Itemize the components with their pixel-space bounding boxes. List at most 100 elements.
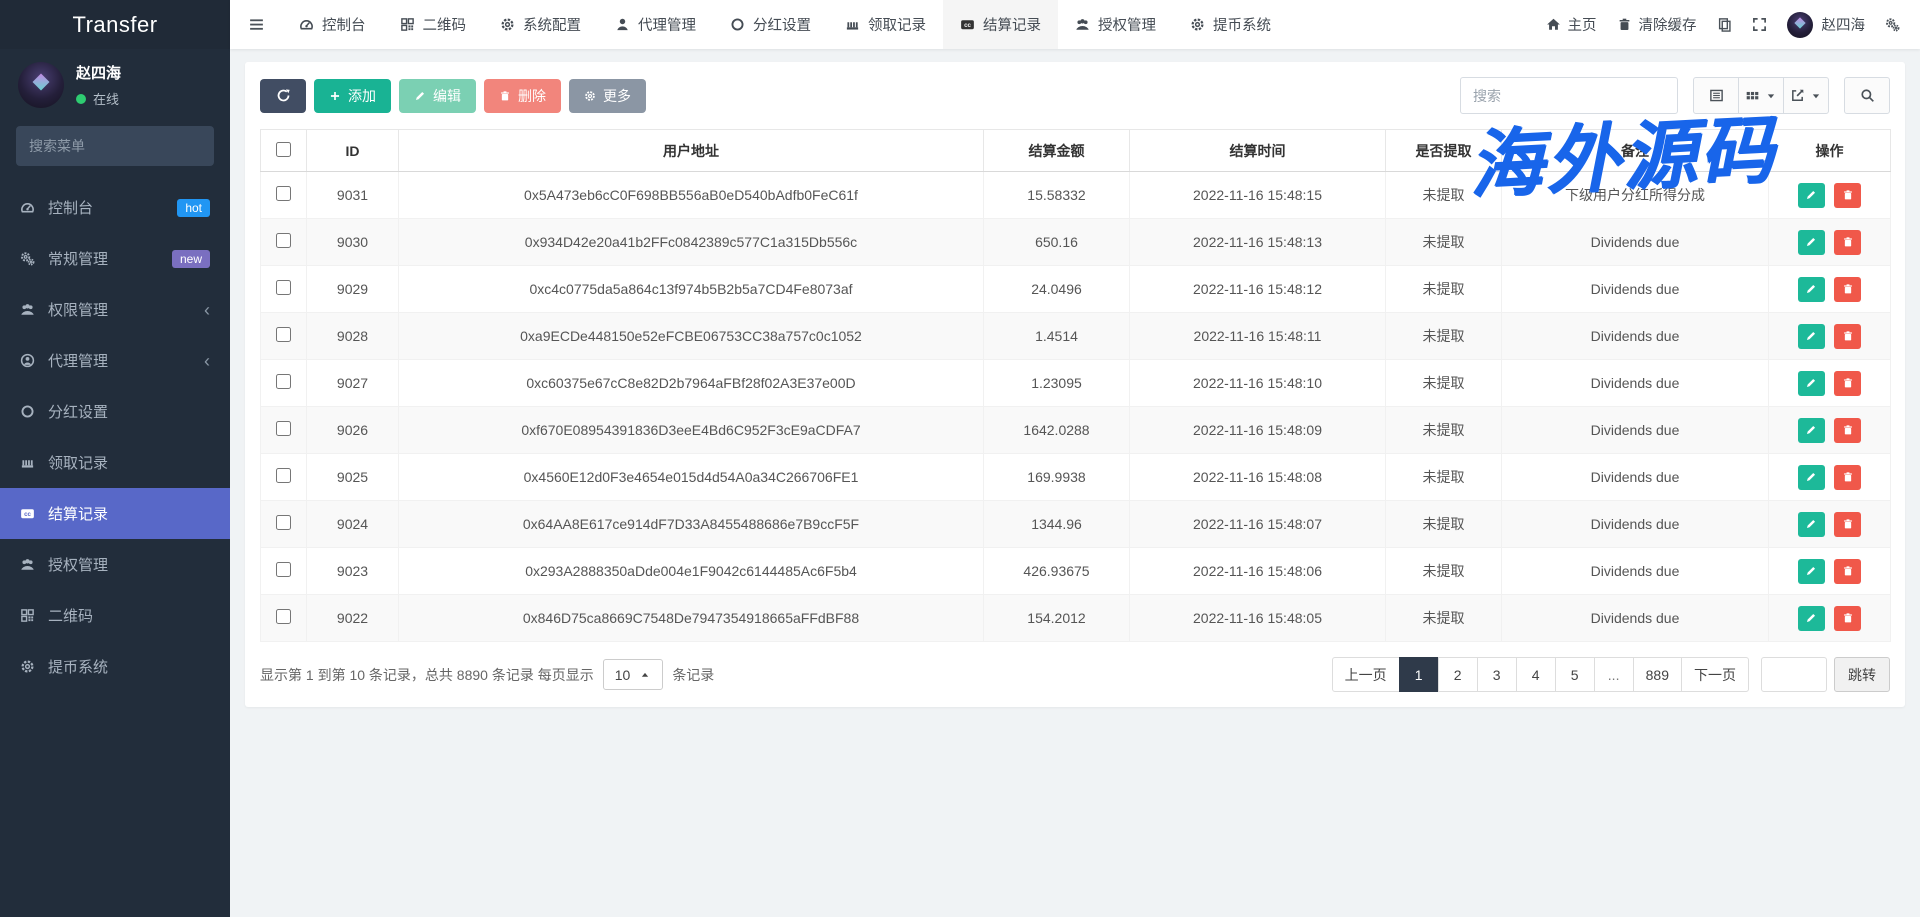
select-all-checkbox[interactable] [276, 142, 291, 157]
home-link[interactable]: 主页 [1546, 14, 1597, 35]
page-button-5[interactable]: 5 [1555, 657, 1595, 692]
edit-row-button[interactable] [1798, 371, 1825, 396]
edit-row-button[interactable] [1798, 418, 1825, 443]
clear-cache-link[interactable]: 清除缓存 [1617, 14, 1697, 35]
hot-badge: hot [177, 199, 210, 217]
delete-button[interactable]: 删除 [484, 79, 561, 113]
edit-row-button[interactable] [1798, 230, 1825, 255]
row-checkbox[interactable] [276, 515, 291, 530]
copy-page-button[interactable] [1717, 17, 1732, 32]
sidebar-item-general[interactable]: 常规管理 new [0, 233, 230, 284]
sidebar-toggle-button[interactable] [230, 0, 282, 49]
tab-agents[interactable]: 代理管理 [598, 0, 713, 49]
row-checkbox[interactable] [276, 609, 291, 624]
delete-row-button[interactable] [1834, 465, 1861, 490]
row-checkbox[interactable] [276, 233, 291, 248]
tab-authorization[interactable]: 授权管理 [1058, 0, 1173, 49]
page-button-889[interactable]: 889 [1633, 657, 1682, 692]
edit-row-button[interactable] [1798, 512, 1825, 537]
sidebar-item-authorization[interactable]: 授权管理 [0, 539, 230, 590]
sidebar-item-claim-records[interactable]: 领取记录 [0, 437, 230, 488]
sidebar-username: 赵四海 [76, 62, 121, 83]
jump-page-input[interactable] [1761, 657, 1827, 692]
columns-button[interactable] [1738, 77, 1784, 114]
more-button[interactable]: 更多 [569, 79, 646, 113]
delete-row-button[interactable] [1834, 183, 1861, 208]
page-size-dropdown[interactable]: 10 [603, 659, 664, 690]
gear-icon [500, 17, 515, 32]
row-checkbox[interactable] [276, 562, 291, 577]
prev-page-button[interactable]: 上一页 [1332, 657, 1400, 692]
top-navbar: 控制台 二维码 系统配置 代理管理 分红设置 领取记录 [230, 0, 1920, 49]
row-checkbox[interactable] [276, 280, 291, 295]
comb-icon [20, 455, 35, 470]
tab-dividend-settings[interactable]: 分红设置 [713, 0, 828, 49]
sidebar-item-console[interactable]: 控制台 hot [0, 182, 230, 233]
sidebar-item-withdraw-system[interactable]: 提币系统 [0, 641, 230, 692]
page-button-4[interactable]: 4 [1516, 657, 1556, 692]
tab-system-config[interactable]: 系统配置 [483, 0, 598, 49]
detail-view-button[interactable] [1693, 77, 1739, 114]
sidebar-item-settlement-records[interactable]: 结算记录 [0, 488, 230, 539]
delete-row-button[interactable] [1834, 230, 1861, 255]
page-button-3[interactable]: 3 [1477, 657, 1517, 692]
new-badge: new [172, 250, 210, 268]
add-button[interactable]: 添加 [314, 79, 391, 113]
table-row: 9025 0x4560E12d0F3e4654e015d4d54A0a34C26… [261, 454, 1891, 501]
refresh-button[interactable] [260, 79, 306, 113]
sidebar-item-agents[interactable]: 代理管理 ‹ [0, 335, 230, 386]
user-circle-icon [20, 353, 35, 368]
tab-withdraw-system[interactable]: 提币系统 [1173, 0, 1288, 49]
delete-row-button[interactable] [1834, 277, 1861, 302]
gears-icon [20, 251, 35, 266]
sidebar-item-qrcode[interactable]: 二维码 [0, 590, 230, 641]
delete-row-button[interactable] [1834, 371, 1861, 396]
page-button-1[interactable]: 1 [1399, 657, 1439, 692]
edit-row-button[interactable] [1798, 277, 1825, 302]
delete-row-button[interactable] [1834, 512, 1861, 537]
row-checkbox[interactable] [276, 186, 291, 201]
edit-row-button[interactable] [1798, 559, 1825, 584]
navbar-user-menu[interactable]: 赵四海 [1787, 12, 1866, 38]
row-checkbox[interactable] [276, 327, 291, 342]
edit-row-button[interactable] [1798, 183, 1825, 208]
page-button-2[interactable]: 2 [1438, 657, 1478, 692]
edit-button[interactable]: 编辑 [399, 79, 476, 113]
sidebar: Transfer 赵四海 在线 控制台 hot 常规管 [0, 0, 230, 917]
pagination-summary: 显示第 1 到第 10 条记录，总共 8890 条记录 每页显示 [260, 665, 594, 685]
delete-row-button[interactable] [1834, 559, 1861, 584]
tab-qrcode[interactable]: 二维码 [383, 0, 484, 49]
circle-icon [730, 17, 745, 32]
export-button[interactable] [1783, 77, 1829, 114]
search-button[interactable] [1844, 77, 1890, 114]
edit-row-button[interactable] [1798, 606, 1825, 631]
tab-console[interactable]: 控制台 [282, 0, 383, 49]
settings-button[interactable] [1885, 17, 1900, 32]
users-icon [1075, 17, 1090, 32]
next-page-button[interactable]: 下一页 [1681, 657, 1749, 692]
delete-row-button[interactable] [1834, 418, 1861, 443]
delete-row-button[interactable] [1834, 324, 1861, 349]
user-icon [615, 17, 630, 32]
edit-row-button[interactable] [1798, 324, 1825, 349]
sidebar-search-input[interactable] [29, 138, 210, 154]
delete-row-button[interactable] [1834, 606, 1861, 631]
sidebar-item-dividend-settings[interactable]: 分红设置 [0, 386, 230, 437]
jump-button[interactable]: 跳转 [1834, 657, 1890, 692]
sidebar-item-permissions[interactable]: 权限管理 ‹ [0, 284, 230, 335]
row-checkbox[interactable] [276, 374, 291, 389]
qrcode-icon [400, 17, 415, 32]
online-status: 在线 [76, 89, 121, 108]
columns-icon [1745, 88, 1760, 103]
row-checkbox[interactable] [276, 468, 291, 483]
row-checkbox[interactable] [276, 421, 291, 436]
search-icon [1860, 88, 1875, 103]
avatar[interactable] [18, 62, 64, 108]
brand-title: Transfer [0, 0, 230, 49]
fullscreen-button[interactable] [1752, 17, 1767, 32]
table-row: 9027 0xc60375e67cC8e82D2b7964aFBf28f02A3… [261, 360, 1891, 407]
table-search-input[interactable] [1460, 77, 1678, 114]
edit-row-button[interactable] [1798, 465, 1825, 490]
tab-claim-records[interactable]: 领取记录 [828, 0, 943, 49]
tab-settlement-records[interactable]: 结算记录 [943, 0, 1058, 49]
